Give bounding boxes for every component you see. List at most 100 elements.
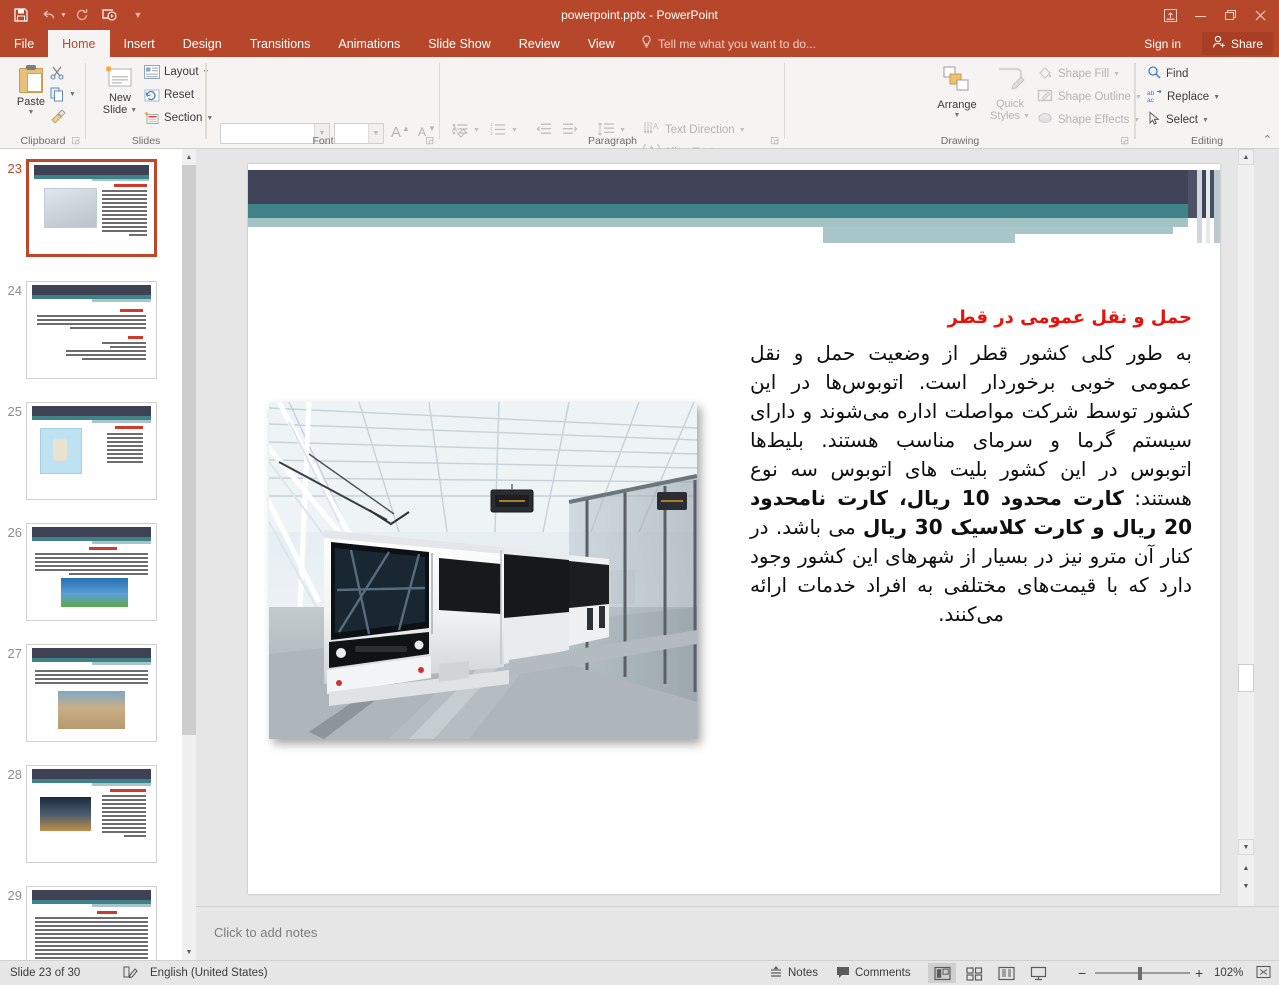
tab-slide-show[interactable]: Slide Show xyxy=(414,30,505,57)
next-slide-button[interactable]: ▼ xyxy=(1238,879,1254,893)
tab-review[interactable]: Review xyxy=(505,30,574,57)
comments-toggle-button[interactable]: Comments xyxy=(836,961,911,985)
zoom-out-button[interactable]: − xyxy=(1078,961,1086,985)
slide-header-light-band-right xyxy=(823,218,1188,227)
new-slide-button[interactable]: New Slide▼ xyxy=(94,65,146,116)
shape-effects-button[interactable]: Shape Effects ▼ xyxy=(1037,111,1140,129)
tab-design[interactable]: Design xyxy=(169,30,236,57)
text-direction-dropdown-icon[interactable]: ▼ xyxy=(739,127,746,134)
notes-pane[interactable]: Click to add notes xyxy=(196,906,1279,960)
slide-sorter-view-button[interactable] xyxy=(960,963,988,983)
bullets-dropdown-icon[interactable]: ▼ xyxy=(473,127,480,134)
thumbnail-panel-scrollbar[interactable]: ▲ ▼ xyxy=(182,149,196,960)
quick-styles-dropdown-icon[interactable]: ▼ xyxy=(1023,113,1030,120)
slide-number-23: 23 xyxy=(0,159,26,257)
tell-me-search[interactable]: Tell me what you want to do... xyxy=(641,30,816,57)
reading-view-button[interactable] xyxy=(992,963,1020,983)
paste-button[interactable]: Paste ▼ xyxy=(8,65,54,116)
shape-fill-dropdown-icon[interactable]: ▼ xyxy=(1113,71,1120,78)
previous-slide-button[interactable]: ▲ xyxy=(1238,861,1254,875)
ribbon: Paste ▼ ▼ Clipboard ◲ New xyxy=(0,57,1279,149)
notes-toggle-button[interactable]: Notes xyxy=(769,961,818,985)
tab-file[interactable]: File xyxy=(0,30,48,57)
layout-button[interactable]: Layout ▼ xyxy=(144,65,209,79)
section-icon xyxy=(144,111,160,125)
paragraph-dialog-launcher[interactable]: ◲ xyxy=(770,135,779,146)
replace-button[interactable]: abac Replace ▼ xyxy=(1147,88,1220,106)
current-slide[interactable]: حمل و نقل عمومی در قطر به طور کلی کشور ق… xyxy=(248,164,1220,894)
font-dialog-launcher[interactable]: ◲ xyxy=(425,135,434,146)
section-button[interactable]: Section ▼ xyxy=(144,111,213,125)
reset-button[interactable]: Reset xyxy=(144,88,194,102)
slide-thumbnail-25[interactable]: 25 xyxy=(0,402,182,500)
arrange-dropdown-icon[interactable]: ▼ xyxy=(954,112,961,119)
tab-insert[interactable]: Insert xyxy=(110,30,169,57)
editor-scroll-up-icon[interactable]: ▲ xyxy=(1238,149,1254,165)
language-indicator[interactable]: English (United States) xyxy=(150,961,268,985)
slide-editor-scrollbar[interactable]: ▲ ▼ ▲ ▼ xyxy=(1238,149,1254,906)
arrange-button[interactable]: Arrange ▼ xyxy=(930,65,984,119)
collapse-ribbon-button[interactable]: ⌃ xyxy=(1263,133,1272,146)
ribbon-display-options-icon[interactable] xyxy=(1155,3,1185,27)
format-painter-button[interactable] xyxy=(50,109,66,123)
copy-button[interactable]: ▼ xyxy=(50,87,76,102)
tab-view[interactable]: View xyxy=(574,30,629,57)
language-label: English (United States) xyxy=(150,967,268,979)
slide-image-tram-station[interactable] xyxy=(269,402,697,739)
tab-transitions[interactable]: Transitions xyxy=(236,30,325,57)
slide-body-text[interactable]: به طور کلی کشور قطر از وضعیت حمل و نقل ع… xyxy=(750,339,1192,629)
slide-thumbnail-panel[interactable]: 23 24 xyxy=(0,149,182,960)
shape-outline-button[interactable]: Shape Outline ▼ xyxy=(1037,88,1142,106)
slide-show-view-button[interactable] xyxy=(1024,963,1052,983)
notes-icon xyxy=(769,965,783,982)
fit-slide-to-window-button[interactable] xyxy=(1256,961,1271,985)
thumbnail-preview-27[interactable] xyxy=(26,644,157,742)
find-button[interactable]: Find xyxy=(1147,65,1188,83)
replace-dropdown-icon[interactable]: ▼ xyxy=(1213,94,1220,101)
thumbnail-scroll-up-icon[interactable]: ▲ xyxy=(182,149,196,165)
zoom-level-indicator[interactable]: 102% xyxy=(1214,961,1243,985)
shape-fill-button[interactable]: Shape Fill ▼ xyxy=(1037,65,1120,83)
slide-indicator[interactable]: Slide 23 of 30 xyxy=(10,961,80,985)
thumbnail-scroll-down-icon[interactable]: ▼ xyxy=(182,944,196,960)
slide-thumbnail-27[interactable]: 27 xyxy=(0,644,182,742)
close-icon[interactable] xyxy=(1245,3,1275,27)
notes-placeholder[interactable]: Click to add notes xyxy=(214,925,317,940)
clipboard-dialog-launcher[interactable]: ◲ xyxy=(71,135,80,146)
editor-scroll-down-icon[interactable]: ▼ xyxy=(1238,839,1254,855)
select-dropdown-icon[interactable]: ▼ xyxy=(1202,117,1209,124)
quick-styles-button[interactable]: Quick Styles▼ xyxy=(985,65,1035,122)
slide-thumbnail-24[interactable]: 24 xyxy=(0,281,182,379)
spell-check-button[interactable] xyxy=(122,961,138,985)
thumbnail-preview-24[interactable] xyxy=(26,281,157,379)
minimize-icon[interactable] xyxy=(1185,3,1215,27)
slide-title[interactable]: حمل و نقل عمومی در قطر xyxy=(752,307,1192,328)
thumbnail-scroll-thumb[interactable] xyxy=(182,165,196,735)
normal-view-button[interactable] xyxy=(928,963,956,983)
maximize-icon[interactable] xyxy=(1215,3,1245,27)
copy-dropdown-icon[interactable]: ▼ xyxy=(69,91,76,98)
slide-thumbnail-26[interactable]: 26 xyxy=(0,523,182,621)
slide-thumbnail-28[interactable]: 28 xyxy=(0,765,182,863)
line-spacing-dropdown-icon[interactable]: ▼ xyxy=(619,127,626,134)
sign-in-button[interactable]: Sign in xyxy=(1144,30,1181,57)
thumbnail-preview-26[interactable] xyxy=(26,523,157,621)
zoom-in-button[interactable]: + xyxy=(1195,961,1203,985)
tab-home[interactable]: Home xyxy=(48,30,109,57)
slide-thumbnail-23[interactable]: 23 xyxy=(0,159,182,257)
cut-button[interactable] xyxy=(50,65,65,80)
editor-scroll-thumb[interactable] xyxy=(1238,664,1254,692)
thumbnail-preview-23[interactable] xyxy=(26,159,157,257)
select-button[interactable]: Select ▼ xyxy=(1147,111,1209,129)
numbering-dropdown-icon[interactable]: ▼ xyxy=(511,127,518,134)
thumbnail-preview-29[interactable] xyxy=(26,886,157,960)
slide-header-vstripe-6 xyxy=(1214,170,1220,243)
share-button[interactable]: Share xyxy=(1202,32,1273,55)
new-slide-dropdown-icon[interactable]: ▼ xyxy=(130,107,137,114)
thumbnail-preview-25[interactable] xyxy=(26,402,157,500)
slide-thumbnail-29[interactable]: 29 xyxy=(0,886,182,960)
paste-dropdown-icon[interactable]: ▼ xyxy=(28,109,35,116)
thumbnail-preview-28[interactable] xyxy=(26,765,157,863)
tab-animations[interactable]: Animations xyxy=(324,30,414,57)
drawing-dialog-launcher[interactable]: ◲ xyxy=(1120,135,1129,146)
